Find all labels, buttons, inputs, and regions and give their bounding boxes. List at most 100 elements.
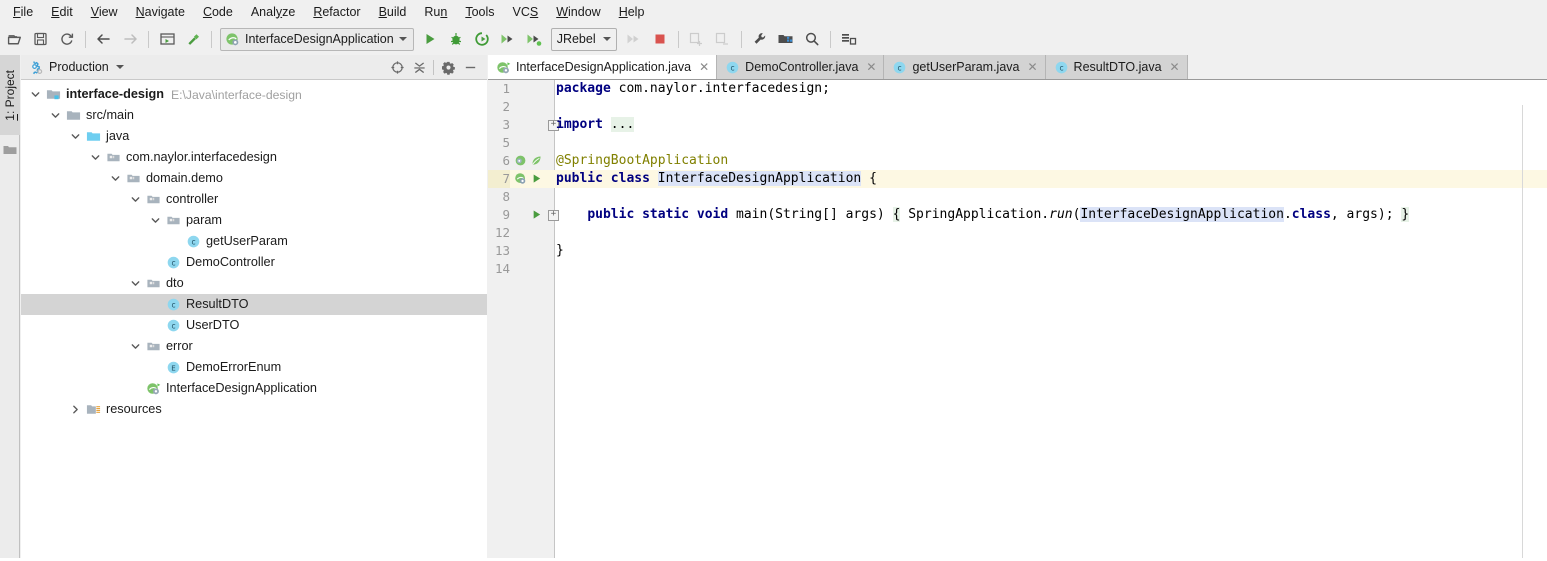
- tree-node-error[interactable]: error: [21, 336, 487, 357]
- close-icon[interactable]: ✕: [1170, 61, 1180, 73]
- line-number: 13: [494, 243, 510, 258]
- sync-refresh-icon[interactable]: [55, 27, 79, 51]
- java-class-icon: c: [1054, 60, 1069, 75]
- editor-tab-democontroller-java[interactable]: c DemoController.java ✕: [717, 55, 885, 79]
- tree-node-democontroller[interactable]: c DemoController: [21, 252, 487, 273]
- tree-node-java[interactable]: java: [21, 126, 487, 147]
- structure-tool-icon[interactable]: [3, 143, 17, 162]
- menu-item-help[interactable]: Help: [610, 2, 654, 23]
- editor-tab-resultdto-java[interactable]: c ResultDTO.java ✕: [1045, 55, 1188, 79]
- collapse-all-icon[interactable]: [408, 56, 430, 78]
- run-play-icon[interactable]: [530, 171, 543, 189]
- tree-node-param[interactable]: param: [21, 210, 487, 231]
- chevron-down-icon[interactable]: [109, 172, 122, 185]
- tree-node-domain-demo[interactable]: domain.demo: [21, 168, 487, 189]
- tree-node-interfacedesignapplication[interactable]: InterfaceDesignApplication: [21, 378, 487, 399]
- debug-bug-icon[interactable]: [444, 27, 468, 51]
- tree-node-resultdto[interactable]: c ResultDTO: [21, 294, 487, 315]
- project-tool-window: Production interface-design E:\Java\inte…: [21, 55, 487, 561]
- code-line[interactable]: 1 package com.naylor.interfacedesign;: [488, 80, 1547, 98]
- vcs-operations-icon[interactable]: [837, 27, 861, 51]
- chevron-down-icon[interactable]: [129, 193, 142, 206]
- jrebel-debug-icon[interactable]: [522, 27, 546, 51]
- run-coverage-icon[interactable]: [470, 27, 494, 51]
- code-line[interactable]: 9 + public static void main(String[] args…: [488, 206, 1547, 224]
- code-line[interactable]: 8: [488, 188, 1547, 206]
- menu-item-run[interactable]: Run: [415, 2, 456, 23]
- menu-item-tools[interactable]: Tools: [456, 2, 503, 23]
- project-tree[interactable]: interface-design E:\Java\interface-design…: [21, 80, 487, 561]
- wrench-settings-icon[interactable]: [748, 27, 772, 51]
- scroll-from-source-icon[interactable]: [386, 56, 408, 78]
- jrebel-selector[interactable]: JRebel: [550, 27, 617, 51]
- chevron-right-icon[interactable]: [69, 403, 82, 416]
- code-line[interactable]: 5: [488, 134, 1547, 152]
- menu-item-window[interactable]: Window: [547, 2, 609, 23]
- tree-node-demoerrorenum[interactable]: E DemoErrorEnum: [21, 357, 487, 378]
- save-icon[interactable]: [29, 27, 53, 51]
- menu-item-vcs[interactable]: VCS: [504, 2, 548, 23]
- run-play-icon[interactable]: [530, 207, 543, 225]
- code-line[interactable]: 6 @SpringBootApplication: [488, 152, 1547, 170]
- jrebel-run-icon[interactable]: [496, 27, 520, 51]
- menu-item-navigate[interactable]: Navigate: [127, 2, 194, 23]
- editor-right-margin-line: [1522, 105, 1523, 561]
- menu-item-view[interactable]: View: [82, 2, 127, 23]
- build-hammer-icon[interactable]: [181, 27, 205, 51]
- tree-node-dto[interactable]: dto: [21, 273, 487, 294]
- code-line[interactable]: 7 public class InterfaceDesignApplication…: [488, 170, 1547, 188]
- hide-panel-icon[interactable]: [459, 56, 481, 78]
- project-structure-icon[interactable]: [774, 27, 798, 51]
- code-line[interactable]: 14: [488, 260, 1547, 278]
- chevron-down-icon[interactable]: [29, 88, 42, 101]
- tree-node-src-main[interactable]: src/main: [21, 105, 487, 126]
- run-configuration-selector[interactable]: InterfaceDesignApplication: [220, 27, 414, 51]
- project-view-gear-icon[interactable]: [28, 60, 43, 75]
- editor-tab-getuserparam-java[interactable]: c getUserParam.java ✕: [884, 55, 1046, 79]
- compile-window-icon[interactable]: [155, 27, 179, 51]
- code-line[interactable]: 2: [488, 98, 1547, 116]
- spring-bean-icon[interactable]: [514, 153, 527, 171]
- code-line[interactable]: 3 + import ...: [488, 116, 1547, 134]
- menu-item-file[interactable]: File: [4, 2, 42, 23]
- chevron-down-icon[interactable]: [69, 130, 82, 143]
- stop-square-icon[interactable]: [648, 27, 672, 51]
- spring-leaf-icon[interactable]: [530, 153, 543, 171]
- run-play-icon[interactable]: [418, 27, 442, 51]
- tree-node-getuserparam[interactable]: c getUserParam: [21, 231, 487, 252]
- sidebar-item-project[interactable]: 1: Project: [0, 55, 20, 135]
- chevron-down-icon[interactable]: [129, 340, 142, 353]
- menu-item-code[interactable]: Code: [194, 2, 242, 23]
- chevron-down-icon[interactable]: [602, 37, 611, 41]
- tree-node-resources[interactable]: resources: [21, 399, 487, 420]
- gear-icon[interactable]: [437, 56, 459, 78]
- chevron-down-icon[interactable]: [89, 151, 102, 164]
- navigate-back-icon[interactable]: [92, 27, 116, 51]
- tree-node-com-naylor-interfacedesign[interactable]: com.naylor.interfacedesign: [21, 147, 487, 168]
- chevron-down-icon[interactable]: [398, 37, 407, 41]
- project-scope-label: Production: [49, 60, 109, 74]
- menu-item-edit[interactable]: Edit: [42, 2, 82, 23]
- chevron-down-icon[interactable]: [115, 65, 124, 69]
- open-folder-icon[interactable]: [3, 27, 27, 51]
- menu-item-refactor[interactable]: Refactor: [304, 2, 369, 23]
- spring-context-icon[interactable]: [514, 171, 527, 189]
- chevron-down-icon[interactable]: [149, 214, 162, 227]
- search-everywhere-icon[interactable]: [800, 27, 824, 51]
- menu-item-analyze[interactable]: Analyze: [242, 2, 304, 23]
- menu-item-build[interactable]: Build: [370, 2, 416, 23]
- close-icon[interactable]: ✕: [866, 61, 876, 73]
- code-line[interactable]: 13}: [488, 242, 1547, 260]
- editor-tab-interfacedesignapplication-java[interactable]: InterfaceDesignApplication.java ✕: [488, 55, 718, 79]
- tree-node-interface-design[interactable]: interface-design E:\Java\interface-design: [21, 84, 487, 105]
- tree-node-userdto[interactable]: c UserDTO: [21, 315, 487, 336]
- main-toolbar: InterfaceDesignApplication JRebel: [0, 24, 1547, 54]
- chevron-down-icon[interactable]: [129, 277, 142, 290]
- chevron-down-icon[interactable]: [49, 109, 62, 122]
- tree-node-controller[interactable]: controller: [21, 189, 487, 210]
- close-icon[interactable]: ✕: [699, 61, 709, 73]
- code-line[interactable]: 12: [488, 224, 1547, 242]
- code-editor[interactable]: 1 package com.naylor.interfacedesign; 2 3 + i…: [488, 80, 1547, 561]
- close-icon[interactable]: ✕: [1027, 61, 1037, 73]
- code-lines[interactable]: 1 package com.naylor.interfacedesign; 2 3 + i…: [488, 80, 1547, 561]
